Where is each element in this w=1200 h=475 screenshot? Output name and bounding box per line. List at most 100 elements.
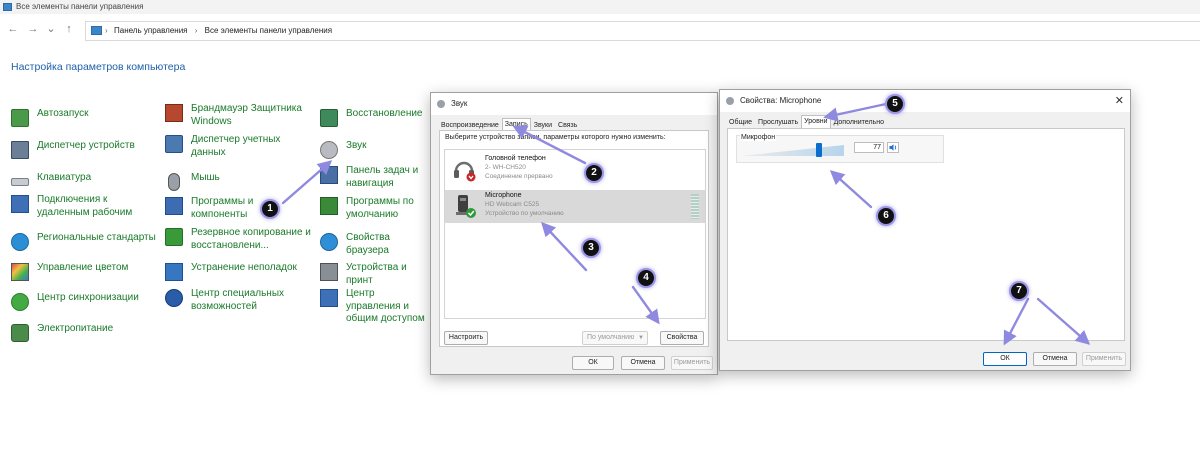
device-row-microphone[interactable]: Microphone HD Webcam C525 Устройство по … — [445, 190, 705, 223]
breadcrumb-separator-icon: › — [105, 26, 108, 35]
backup-restore-icon — [165, 228, 183, 246]
firewall-icon — [165, 104, 183, 122]
cp-item-remote-connections[interactable]: Подключения к удаленным рабочим — [11, 194, 139, 219]
sound-icon — [320, 141, 338, 159]
tab-advanced[interactable]: Дополнительно — [831, 116, 887, 128]
cp-item-sync-center[interactable]: Центр синхронизации — [11, 292, 161, 311]
cp-item-label: Устройства и принт — [346, 262, 407, 286]
configure-button[interactable]: Настроить — [444, 331, 488, 345]
up-arrow-icon[interactable]: ↑ — [62, 22, 76, 36]
close-icon[interactable]: ✕ — [1115, 90, 1124, 112]
levels-panel: Микрофон 77 — [727, 128, 1125, 341]
cp-item-mouse[interactable]: Мышь — [165, 172, 295, 191]
apply-button[interactable]: Применить — [1082, 352, 1126, 366]
cp-item-label: Диспетчер устройств — [37, 140, 135, 151]
microphone-level-slider[interactable] — [741, 143, 844, 157]
cp-item-troubleshooting[interactable]: Устранение неполадок — [165, 262, 315, 281]
recent-locations-icon[interactable]: ⌄ — [44, 22, 58, 36]
device-name: Microphone — [485, 192, 522, 199]
cp-item-sound[interactable]: Звук — [320, 140, 420, 159]
cp-item-taskbar[interactable]: Панель задач и навигация — [320, 165, 425, 190]
devices-printers-icon — [320, 263, 338, 281]
breadcrumb-all-items[interactable]: Все элементы панели управления — [205, 26, 332, 35]
apply-button[interactable]: Применить — [671, 356, 713, 370]
cp-item-device-manager[interactable]: Диспетчер устройств — [11, 140, 161, 159]
cp-item-label: Мышь — [191, 172, 220, 183]
cp-item-region[interactable]: Региональные стандарты — [11, 232, 161, 251]
cp-item-programs-features[interactable]: Программы и компоненты — [165, 196, 265, 221]
sound-dialog-title: Звук — [451, 99, 468, 108]
mic-dialog-tabs: Общие Прослушать Уровни Дополнительно — [726, 115, 887, 128]
address-bar[interactable]: › Панель управления › Все элементы панел… — [85, 21, 1200, 41]
cp-item-ease-of-access[interactable]: Центр специальных возможностей — [165, 288, 300, 313]
cancel-button[interactable]: Отмена — [621, 356, 665, 370]
recording-instruction: Выберите устройство записи, параметры ко… — [445, 134, 666, 141]
cp-item-firewall[interactable]: Брандмауэр Защитника Windows — [165, 103, 310, 128]
speaker-icon[interactable] — [887, 142, 899, 153]
cp-item-label: Центр управления и общим доступом — [346, 288, 425, 324]
sound-dialog-titlebar: Звук — [431, 93, 717, 115]
annotation-badge: 2 — [584, 163, 604, 183]
cp-item-label: Брандмауэр Защитника Windows — [191, 103, 302, 127]
properties-button[interactable]: Свойства — [660, 331, 704, 345]
power-options-icon — [11, 324, 29, 342]
cp-item-credential-manager[interactable]: Диспетчер учетных данных — [165, 134, 295, 159]
annotation-badge: 6 — [876, 206, 896, 226]
control-panel-icon — [91, 26, 102, 35]
cp-item-internet-options[interactable]: Свойства браузера — [320, 232, 430, 257]
cp-item-keyboard[interactable]: Клавиатура — [11, 172, 141, 186]
autoplay-icon — [11, 109, 29, 127]
cp-item-label: Свойства браузера — [346, 232, 390, 256]
slider-thumb[interactable] — [816, 143, 822, 157]
window-titlebar: Все элементы панели управления — [0, 0, 1200, 14]
ok-button[interactable]: ОК — [572, 356, 614, 370]
cp-item-label: Электропитание — [37, 323, 114, 334]
remote-connections-icon — [11, 195, 29, 213]
device-row-headphones[interactable]: Головной телефон 2- WH-CH520 Соединение … — [445, 153, 705, 186]
cp-item-color-management[interactable]: Управление цветом — [11, 262, 161, 281]
device-status: Устройство по умолчанию — [485, 210, 564, 217]
tab-general[interactable]: Общие — [726, 116, 755, 128]
cp-item-recovery[interactable]: Восстановление — [320, 108, 435, 127]
cancel-button[interactable]: Отмена — [1033, 352, 1077, 366]
control-panel-icon — [3, 3, 12, 11]
annotation-badge: 1 — [260, 199, 280, 219]
device-model: 2- WH-CH520 — [485, 164, 526, 171]
sync-center-icon — [11, 293, 29, 311]
microphone-level-value[interactable]: 77 — [854, 142, 884, 153]
tab-levels[interactable]: Уровни — [801, 115, 831, 128]
cp-item-backup-restore[interactable]: Резервное копирование и восстановлени... — [165, 227, 315, 252]
breadcrumb-control-panel[interactable]: Панель управления — [114, 26, 188, 35]
set-default-label: По умолчанию — [587, 334, 635, 341]
color-management-icon — [11, 263, 29, 281]
cp-item-label: Управление цветом — [37, 262, 129, 273]
ok-button[interactable]: ОК — [983, 352, 1027, 366]
webcam-microphone-icon — [456, 195, 476, 218]
cp-item-label: Панель задач и навигация — [346, 165, 419, 189]
cp-item-autoplay[interactable]: Автозапуск — [11, 108, 141, 127]
programs-features-icon — [165, 197, 183, 215]
window-title: Все элементы панели управления — [16, 2, 144, 11]
cp-item-label: Устранение неполадок — [191, 262, 297, 273]
cp-item-label: Восстановление — [346, 108, 423, 119]
screen: Все элементы панели управления ← → ⌄ ↑ ›… — [0, 0, 1200, 475]
cp-item-default-programs[interactable]: Программы по умолчанию — [320, 196, 425, 221]
chevron-down-icon: ▼ — [638, 335, 644, 341]
device-model: HD Webcam C525 — [485, 201, 540, 208]
annotation-badge: 3 — [581, 238, 601, 258]
tab-listen[interactable]: Прослушать — [755, 116, 801, 128]
ease-of-access-icon — [165, 289, 183, 307]
cp-item-power-options[interactable]: Электропитание — [11, 323, 161, 342]
cp-item-devices-printers[interactable]: Устройства и принт — [320, 262, 430, 287]
mic-dialog-title: Свойства: Microphone — [740, 96, 822, 105]
device-status: Соединение прервано — [485, 173, 553, 180]
annotation-badge: 4 — [636, 268, 656, 288]
set-default-select[interactable]: По умолчанию ▼ — [582, 331, 648, 345]
forward-arrow-icon[interactable]: → — [26, 22, 40, 36]
back-arrow-icon[interactable]: ← — [6, 22, 20, 36]
mic-dialog-titlebar: Свойства: Microphone ✕ — [720, 90, 1130, 112]
default-programs-icon — [320, 197, 338, 215]
slider-track — [741, 145, 844, 156]
cp-item-network-center[interactable]: Центр управления и общим доступом — [320, 288, 430, 326]
device-name: Головной телефон — [485, 155, 546, 162]
